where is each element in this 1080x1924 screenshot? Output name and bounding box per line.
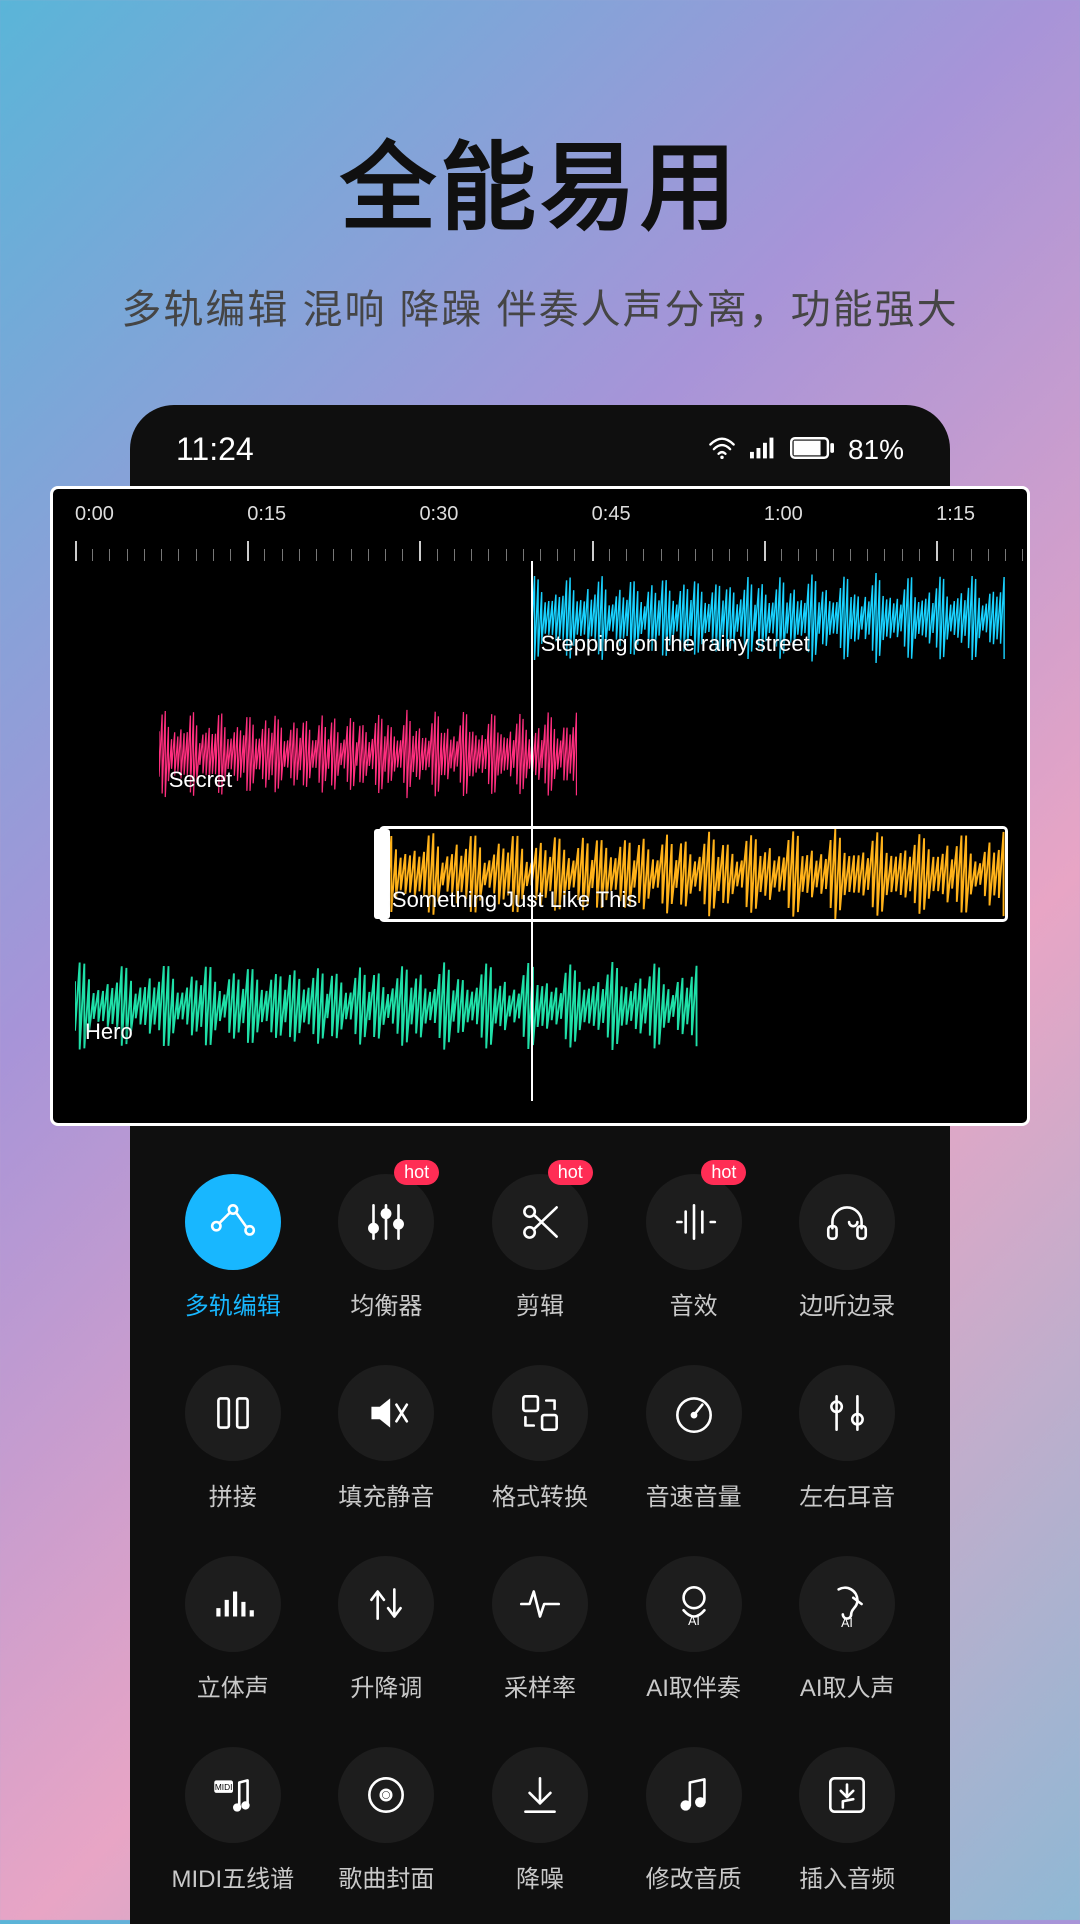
convert-icon: [492, 1365, 588, 1461]
tool-label: 左右耳音: [799, 1477, 895, 1512]
tool-label: 升降调: [350, 1668, 422, 1703]
tool-label: 歌曲封面: [338, 1859, 434, 1894]
gauge-icon: [646, 1365, 742, 1461]
clip-handle[interactable]: [374, 829, 390, 919]
tool-balance[interactable]: 左右耳音: [774, 1365, 920, 1512]
updown-icon: [338, 1556, 434, 1652]
tool-pitch[interactable]: 升降调: [314, 1556, 460, 1703]
tool-label: 格式转换: [492, 1477, 588, 1512]
audio-clip[interactable]: Secret: [159, 709, 578, 799]
ruler-tick: 0:00: [75, 503, 114, 530]
tool-convert[interactable]: 格式转换: [467, 1365, 613, 1512]
ruler-tick: 0:15: [247, 503, 286, 530]
audio-clip[interactable]: Stepping on the rainy street: [531, 573, 1005, 663]
ruler-tick: 0:45: [592, 503, 631, 530]
hot-badge: hot: [394, 1160, 439, 1185]
status-bar: 11:24 81%: [130, 405, 950, 486]
tool-ai-vocal[interactable]: AI取人声: [774, 1556, 920, 1703]
tool-label: 采样率: [504, 1668, 576, 1703]
disc-icon: [338, 1747, 434, 1843]
insert-icon: [799, 1747, 895, 1843]
hero-title: 全能易用: [0, 0, 1080, 249]
midi-icon: [185, 1747, 281, 1843]
tool-quality[interactable]: 修改音质: [621, 1747, 767, 1894]
status-time: 11:24: [176, 431, 254, 468]
tool-label: 插入音频: [799, 1859, 895, 1894]
headset-icon: [799, 1174, 895, 1270]
tool-fx[interactable]: hot音效: [621, 1174, 767, 1321]
tool-sample[interactable]: 采样率: [467, 1556, 613, 1703]
tool-midi[interactable]: MIDI五线谱: [160, 1747, 306, 1894]
tool-label: 填充静音: [338, 1477, 434, 1512]
tool-multitrack[interactable]: 多轨编辑: [160, 1174, 306, 1321]
audio-clip[interactable]: Something Just Like This: [382, 829, 1005, 919]
timeline-editor[interactable]: 0:00 0:15 0:30 0:45 1:00 1:15 Stepping on the…: [50, 486, 1030, 1126]
scissors-icon: [492, 1174, 588, 1270]
hero-subtitle: 多轨编辑 混响 降躁 伴奏人声分离，功能强大: [0, 277, 1080, 335]
tool-label: 多轨编辑: [185, 1286, 281, 1321]
hot-badge: hot: [701, 1160, 746, 1185]
columns-icon: [185, 1365, 281, 1461]
tool-label: 立体声: [197, 1668, 269, 1703]
time-ruler[interactable]: 0:00 0:15 0:30 0:45 1:00 1:15: [75, 503, 1005, 561]
tool-label: 均衡器: [350, 1286, 422, 1321]
tool-ai-instr[interactable]: AI取伴奏: [621, 1556, 767, 1703]
tool-stereo[interactable]: 立体声: [160, 1556, 306, 1703]
tracks-area[interactable]: Stepping on the rainy street Secret Someth…: [75, 561, 1005, 1101]
down-icon: [492, 1747, 588, 1843]
tool-fill-silence[interactable]: 填充静音: [314, 1365, 460, 1512]
playhead[interactable]: [531, 561, 533, 1101]
ruler-tick: 1:00: [764, 503, 803, 530]
clip-name: Something Just Like This: [392, 887, 637, 913]
clip-name: Secret: [169, 767, 233, 793]
sliders-icon: [338, 1174, 434, 1270]
balance-icon: [799, 1365, 895, 1461]
note-cog-icon: [646, 1747, 742, 1843]
clip-name: Hero: [85, 1019, 133, 1045]
ruler-tick: 0:30: [419, 503, 458, 530]
tool-label: 音效: [670, 1286, 718, 1321]
audio-clip[interactable]: Hero: [75, 961, 698, 1051]
tool-label: 边听边录: [799, 1286, 895, 1321]
soundwave-icon: [646, 1174, 742, 1270]
tool-label: AI取人声: [800, 1668, 895, 1703]
tool-cover[interactable]: 歌曲封面: [314, 1747, 460, 1894]
clip-name: Stepping on the rainy street: [541, 631, 810, 657]
tool-label: 剪辑: [516, 1286, 564, 1321]
signal-icon: [750, 434, 776, 466]
tool-denoise[interactable]: 降噪: [467, 1747, 613, 1894]
tool-label: 拼接: [209, 1477, 257, 1512]
battery-icon: [790, 434, 834, 466]
ai-mic-icon: [646, 1556, 742, 1652]
bars-icon: [185, 1556, 281, 1652]
phone-mock: 11:24 81% 0:000:150:300:451:001:15 Stepp…: [130, 405, 950, 1924]
tool-label: MIDI五线谱: [171, 1859, 294, 1894]
ai-ear-icon: [799, 1556, 895, 1652]
tool-label: 修改音质: [646, 1859, 742, 1894]
tool-speed-vol[interactable]: 音速音量: [621, 1365, 767, 1512]
tool-concat[interactable]: 拼接: [160, 1365, 306, 1512]
wifi-icon: [708, 434, 736, 466]
tool-label: 降噪: [516, 1859, 564, 1894]
graph-icon: [185, 1174, 281, 1270]
hot-badge: hot: [548, 1160, 593, 1185]
tool-cut[interactable]: hot剪辑: [467, 1174, 613, 1321]
tool-grid: 多轨编辑hot均衡器hot剪辑hot音效边听边录拼接填充静音格式转换音速音量左右…: [130, 1126, 950, 1924]
tool-label: 音速音量: [646, 1477, 742, 1512]
ruler-tick: 1:15: [936, 503, 975, 530]
tool-monitor-record[interactable]: 边听边录: [774, 1174, 920, 1321]
mute-icon: [338, 1365, 434, 1461]
tool-insert[interactable]: 插入音频: [774, 1747, 920, 1894]
pulse-icon: [492, 1556, 588, 1652]
status-battery: 81%: [848, 434, 904, 466]
tool-label: AI取伴奏: [646, 1668, 741, 1703]
tool-eq[interactable]: hot均衡器: [314, 1174, 460, 1321]
